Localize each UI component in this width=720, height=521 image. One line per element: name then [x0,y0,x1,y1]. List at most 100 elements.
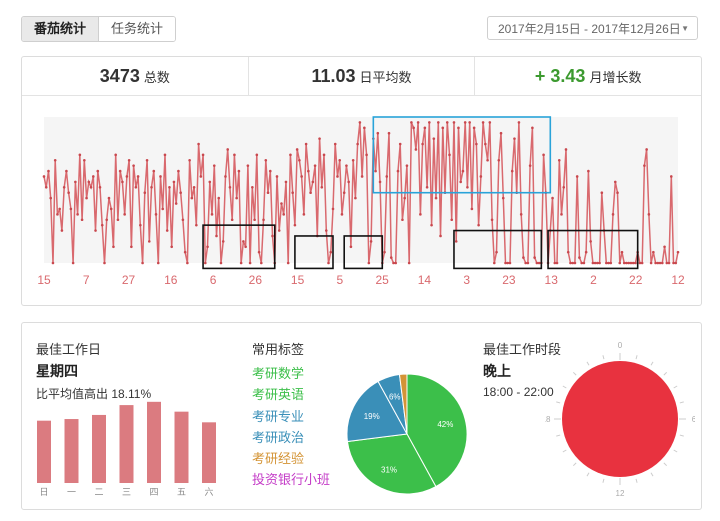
data-point [163,153,167,157]
x-tick-label: 7 [83,273,90,287]
data-point [490,218,494,222]
weekday-bar-chart: 日一二三四五六 [37,401,216,497]
data-point [385,175,389,178]
x-tick-label: 22 [629,273,643,287]
data-point [457,126,460,130]
data-point [434,196,438,200]
clock-tick [663,371,668,376]
data-point [497,158,501,162]
data-point [67,191,70,195]
data-point [49,196,53,200]
data-point [389,256,393,259]
data-point [627,261,631,265]
weekday-label: 六 [204,486,213,497]
tag-item[interactable]: 考研英语 [252,384,330,405]
data-point [100,223,104,227]
clock-period-fill [562,361,678,477]
data-point [262,218,265,222]
data-point [179,191,182,195]
data-point [248,261,252,265]
data-point [302,213,306,216]
x-tick-label: 16 [164,273,178,287]
data-point [309,191,312,195]
x-tick-label: 14 [418,273,432,287]
data-point [204,261,207,265]
data-point [318,137,321,140]
data-point [170,245,173,249]
data-point [107,196,111,200]
tab-task-stats[interactable]: 任务统计 [99,17,176,41]
data-point [412,126,415,130]
data-point [246,164,250,167]
data-point [226,148,230,151]
tag-item[interactable]: 考研政治 [252,427,330,448]
data-point [611,213,615,216]
tab-pomodoro-stats[interactable]: 番茄统计 [22,17,100,41]
data-point [103,261,106,265]
data-point [510,169,514,173]
best-day-compare: 比平均值高出 18.11% [36,387,152,401]
data-point [156,261,160,265]
pie-slice-label: 6% [389,392,401,401]
data-point [436,121,440,124]
best-period-time: 18:00 - 22:00 [483,385,554,399]
weekday-label: 五 [177,487,186,497]
data-point [327,261,330,265]
data-point [136,175,140,178]
clock-tick [679,401,684,404]
data-point [347,180,350,184]
data-point [587,169,590,173]
data-point [239,261,243,265]
data-point [195,223,198,227]
pie-slice-label: 42% [437,420,453,429]
data-point [277,229,281,232]
tag-item[interactable]: 考研专业 [252,406,330,427]
data-point [488,121,492,124]
data-point [414,148,418,151]
data-point [201,153,205,157]
data-point [98,185,102,189]
data-point [376,131,380,135]
data-point [85,196,88,200]
data-point [522,256,525,259]
x-tick-label: 15 [37,273,51,287]
data-point [159,175,162,178]
summary-panel: 最佳工作日 星期四 比平均值高出 18.11% 日 一 二 三 四 五 六 常用标签 考研数… [21,322,702,510]
data-point [425,185,429,189]
data-point [255,153,259,157]
tag-item[interactable]: 投资银行小班 [252,469,330,490]
data-point [230,218,234,222]
tag-item[interactable]: 考研数学 [252,363,330,384]
data-point [53,158,57,162]
daily-pomodoro-line-chart: 15 7 27 16 6 26 15 5 25 14 3 23 13 2 22 12 [37,116,685,287]
common-tags-title: 常用标签 [252,342,305,357]
data-point [358,121,362,124]
data-point [197,142,200,146]
tag-item[interactable]: 考研经验 [252,448,330,469]
data-point [78,153,82,157]
data-point [501,196,505,200]
data-point [139,223,142,227]
data-point [481,121,485,124]
data-point [304,142,308,146]
data-point [83,158,86,162]
weekday-bar [202,422,216,483]
data-point [649,261,653,265]
data-point [264,158,268,162]
data-point [605,261,608,265]
data-point [555,261,559,265]
data-point [260,261,263,265]
data-point [405,164,409,167]
data-point [275,175,279,178]
date-range-picker[interactable]: 2017年2月15日 - 2017年12月26日 ▼ [487,16,698,40]
data-point [324,229,328,232]
data-point [607,261,610,265]
data-point [466,185,469,189]
data-point [172,180,176,184]
x-tick-label: 3 [463,273,470,287]
data-point [365,153,368,157]
data-point [76,213,79,216]
data-point [600,191,604,195]
clock-hour-label: 0 [618,341,623,350]
date-range-text: 2017年2月15日 - 2017年12月26日 [498,22,681,36]
